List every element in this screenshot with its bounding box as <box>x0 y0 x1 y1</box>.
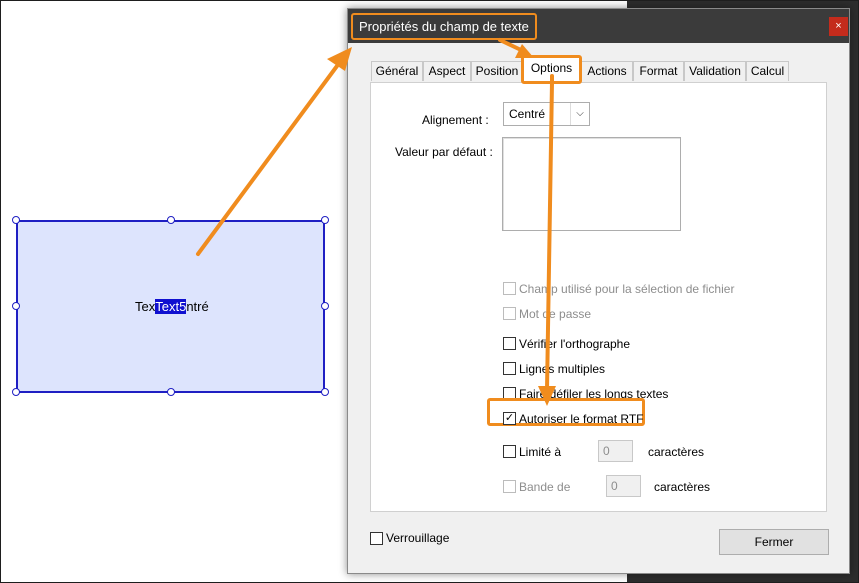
resize-handle-tm[interactable] <box>167 216 175 224</box>
rtf-label[interactable]: Autoriser le format RTF <box>519 412 643 426</box>
tab-position[interactable]: Position <box>471 61 523 81</box>
tab-general[interactable]: Général <box>371 61 423 81</box>
chevron-down-icon[interactable]: ⌵ <box>570 103 589 125</box>
password-label: Mot de passe <box>519 307 592 321</box>
tab-aspect[interactable]: Aspect <box>423 61 471 81</box>
dialog-title: Propriétés du champ de texte <box>351 13 537 40</box>
multiline-checkbox[interactable] <box>503 362 516 375</box>
tab-actions[interactable]: Actions <box>581 61 633 81</box>
alignment-value: Centré <box>509 107 546 121</box>
resize-handle-ml[interactable] <box>12 302 20 310</box>
lock-checkbox[interactable] <box>370 532 383 545</box>
spellcheck-label[interactable]: Vérifier l'orthographe <box>519 337 630 351</box>
tab-validation[interactable]: Validation <box>684 61 746 81</box>
selected-text: Text5 <box>155 299 187 314</box>
resize-handle-mr[interactable] <box>321 302 329 310</box>
resize-handle-bm[interactable] <box>167 388 175 396</box>
close-button[interactable]: Fermer <box>719 529 829 555</box>
tab-options[interactable]: Options <box>521 55 582 84</box>
close-icon[interactable]: × <box>829 17 848 36</box>
resize-handle-tr[interactable] <box>321 216 329 224</box>
resize-handle-bl[interactable] <box>12 388 20 396</box>
resize-handle-br[interactable] <box>321 388 329 396</box>
limit-label[interactable]: Limité à <box>519 445 561 459</box>
chars-label-2: caractères <box>654 480 711 494</box>
comb-label: Bande de <box>519 480 571 494</box>
default-value-field[interactable] <box>502 137 681 231</box>
spellcheck-checkbox[interactable] <box>503 337 516 350</box>
default-value-label: Valeur par défaut : <box>395 145 493 159</box>
rtf-checkbox[interactable]: ✓ <box>503 412 516 425</box>
comb-input: 0 <box>606 475 641 497</box>
field-name-text: TexText5ntré <box>135 299 209 314</box>
resize-handle-tl[interactable] <box>12 216 20 224</box>
lock-label[interactable]: Verrouillage <box>386 531 449 545</box>
alignment-select[interactable]: Centré ⌵ <box>503 102 590 126</box>
tab-calcul[interactable]: Calcul <box>746 61 789 81</box>
limit-input[interactable]: 0 <box>598 440 633 462</box>
comb-checkbox <box>503 480 516 493</box>
limit-checkbox[interactable] <box>503 445 516 458</box>
multiline-label[interactable]: Lignes multiples <box>519 362 605 376</box>
chars-label-1: caractères <box>648 445 705 459</box>
dialog-titlebar[interactable]: Propriétés du champ de texte × <box>348 9 849 43</box>
password-checkbox <box>503 307 516 320</box>
file-select-checkbox <box>503 282 516 295</box>
alignment-label: Alignement : <box>422 113 489 127</box>
options-panel: Alignement : Centré ⌵ Valeur par défaut … <box>370 82 827 512</box>
tab-format[interactable]: Format <box>633 61 684 81</box>
file-select-label: Champ utilisé pour la sélection de fichi… <box>519 282 735 296</box>
text-field-properties-dialog: Propriétés du champ de texte × Général A… <box>347 8 850 574</box>
